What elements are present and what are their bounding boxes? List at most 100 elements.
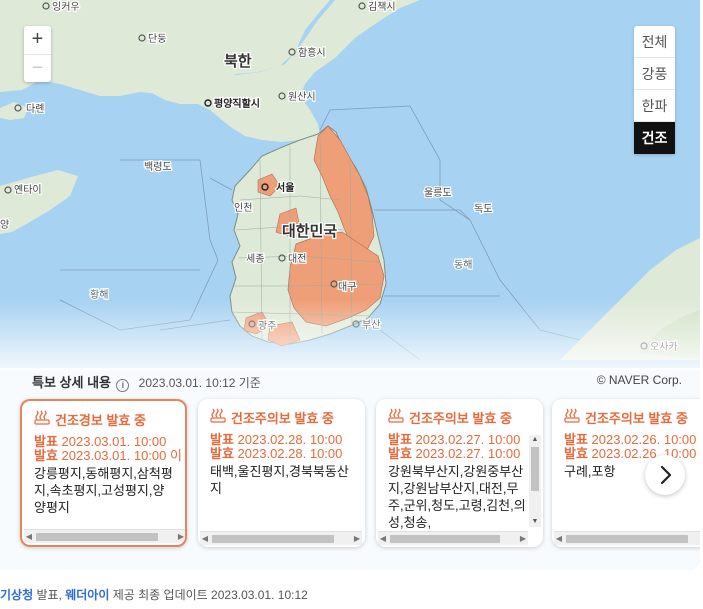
category-tabs: 전체 강풍 한파 건조 [634,26,675,154]
dry-icon [564,407,580,426]
card-horizontal-scrollbar[interactable]: ◀▶ [554,531,700,545]
scroll-thumb[interactable] [390,535,500,543]
alert-card-title-text: 건조주의보 발효 중 [585,411,688,426]
map-label: 평양직할시 [214,97,260,110]
scroll-thumb[interactable] [566,535,688,543]
alert-card-title: 건조경보 발효 중 [34,409,146,429]
alert-card[interactable]: 건조주의보 발효 중발표 2023.02.28. 10:00 발효 2023.02… [198,399,365,547]
tab-cold-wave[interactable]: 한파 [634,90,675,122]
scroll-left-icon[interactable]: ◀ [24,530,34,544]
zoom-in-button[interactable]: + [24,26,51,54]
map-label: 양 [0,219,9,231]
map-label: 서울 [276,181,294,194]
next-cards-button[interactable] [645,455,685,495]
kma-link[interactable]: 기상청 [0,588,33,602]
map-label: 옌타이 [14,184,42,196]
tab-all[interactable]: 전체 [634,26,675,58]
announce-label: 발표 [34,434,58,449]
footer-credit: 기상청 발표, 웨더아이 제공 최종 업데이트 2023.03.01. 10:1… [0,586,308,603]
effective-label: 발효 [564,446,588,461]
scroll-thumb[interactable] [531,447,539,491]
dry-icon [210,407,226,426]
effective-time: 2023.03.01. 10:00 이 [61,448,182,463]
scroll-left-icon[interactable]: ◀ [200,532,210,546]
alert-info-row: 특보 상세 내용 i 2023.03.01. 10:12 기준 © NAVER … [32,372,682,392]
scroll-left-icon[interactable]: ◀ [378,532,388,546]
dry-icon [388,407,404,426]
weather-alert-widget: 잉커우 김책시단둥북한 함흥시다롄 평양직할시 원산시백령도옌타이 울릉도독도 서울인천대한… [0,0,703,609]
announce-time: 2023.03.01. 10:00 [61,434,167,449]
alert-card-title: 건조주의보 발효 중 [210,407,334,427]
map-label: 단둥 [148,33,166,45]
scroll-down-icon[interactable]: ▼ [529,517,541,527]
info-icon[interactable]: i [116,379,130,392]
footer-announce-text: 발표, [33,588,66,602]
effective-label: 발효 [388,446,412,461]
alert-card-regions: 태백,울진평지,경북북동산지 [210,464,349,496]
alert-map[interactable]: 잉커우 김책시단둥북한 함흥시다롄 평양직할시 원산시백령도옌타이 울릉도독도 서울인천대한… [0,0,700,570]
alert-card-title-text: 건조주의보 발효 중 [409,411,512,426]
scroll-right-icon[interactable]: ▶ [176,530,185,544]
alert-card-list: 건조경보 발효 중 발표 2023.03.01. 10:00 발효 2023.03.… [20,399,700,547]
scroll-up-icon[interactable]: ▲ [529,435,541,445]
map-copyright: © NAVER Corp. [596,373,682,387]
map-label: 인천 [234,202,252,214]
announce-time: 2023.02.27. 10:00 [415,432,521,447]
map-label: 대구 [338,281,356,293]
weatheri-link[interactable]: 웨더아이 [65,588,109,602]
map-label: 백령도 [144,161,172,173]
map-label: 독도 [474,203,492,215]
card-horizontal-scrollbar[interactable]: ◀▶ [200,531,362,545]
announce-time: 2023.02.28. 10:00 [237,432,343,447]
alert-card-dates: 발표 2023.02.28. 10:00 발효 2023.02.28. 10:00 [210,433,342,461]
alert-card-dates: 발표 2023.02.27. 10:00 발효 2023.02.27. 10:00 [388,433,520,461]
effective-label: 발효 [34,448,58,463]
zoom-control: + − [24,26,51,82]
alert-card-title-text: 건조주의보 발효 중 [231,411,334,426]
map-label: 대전 [288,253,306,265]
card-horizontal-scrollbar[interactable]: ◀▶ [378,531,528,545]
tab-dry[interactable]: 건조 [634,122,675,154]
announce-label: 발표 [388,432,412,447]
zoom-out-button[interactable]: − [24,54,51,82]
alert-card[interactable]: 건조경보 발효 중발표 2023.03.01. 10:00 발효 2023.03.… [20,399,187,547]
scroll-right-icon[interactable]: ▶ [518,532,528,546]
announce-label: 발표 [564,432,588,447]
chevron-right-icon [660,465,672,485]
map-label: 김책시 [368,1,396,13]
alert-card-title: 건조주의보 발효 중 [564,407,688,427]
map-label: 원산시 [288,91,316,103]
map-label: 동해 [454,258,472,271]
scroll-thumb[interactable] [212,535,334,543]
alert-card-dates: 발표 2023.03.01. 10:00 발효 2023.03.01. 10:00… [34,435,182,463]
dry-icon [34,409,50,428]
alert-card-regions: 강원북부산지,강원중부산지,강원남부산지,대전,무주,군위,청도,고령,김천,의… [388,464,526,530]
tab-strong-wind[interactable]: 강풍 [634,58,675,90]
map-label: 북한 [224,53,252,70]
effective-label: 발효 [210,446,234,461]
scroll-thumb[interactable] [36,533,158,541]
card-horizontal-scrollbar[interactable]: ◀▶ [24,529,185,544]
alert-card[interactable]: 건조주의보 발효 중발표 2023.02.27. 10:00 발효 2023.02… [376,399,543,547]
map-label: 대한민국 [282,223,337,240]
map-label: 다롄 [26,103,44,115]
announce-label: 발표 [210,432,234,447]
alert-card-title: 건조주의보 발효 중 [388,407,512,427]
effective-time: 2023.02.28. 10:00 [237,446,343,461]
map-label: 울릉도 [424,187,452,199]
alert-card-regions: 강릉평지,동해평지,삼척평지,속초평지,고성평지,양양평지 [34,466,173,515]
effective-time: 2023.02.27. 10:00 [415,446,521,461]
map-label: 잉커우 [52,1,80,13]
announce-time: 2023.02.26. 10:00 [591,432,697,447]
reference-time: 2023.03.01. 10:12 기준 [138,376,261,390]
scroll-right-icon[interactable]: ▶ [352,532,362,546]
map-label: 세종 [246,253,264,265]
alert-detail-title: 특보 상세 내용 [32,375,111,390]
card-vertical-scrollbar[interactable]: ▲ ▼ [529,435,541,527]
footer-update-text: 제공 최종 업데이트 2023.03.01. 10:12 [109,588,308,602]
scroll-left-icon[interactable]: ◀ [554,532,564,546]
map-label: 황해 [90,288,108,301]
map-label: 함흥시 [298,46,326,59]
map-fade [0,300,700,370]
alert-card-title-text: 건조경보 발효 중 [55,413,146,428]
